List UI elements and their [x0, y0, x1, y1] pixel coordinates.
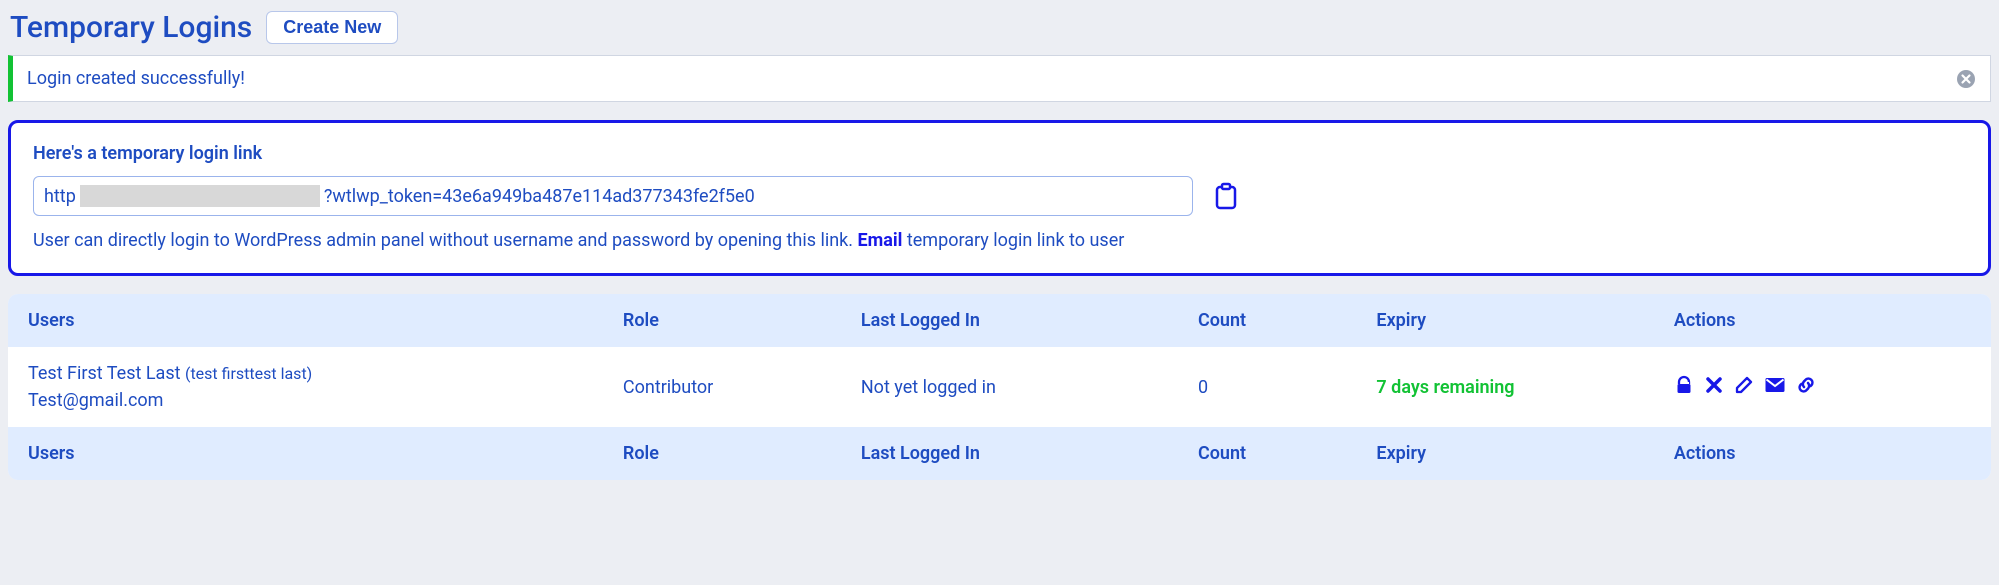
tf-actions: Actions [1654, 427, 1991, 480]
user-display-name: Test First Test Last [28, 363, 181, 384]
email-link[interactable]: Email [858, 230, 903, 251]
cell-actions [1654, 347, 1991, 427]
users-table: Users Role Last Logged In Count Expiry A… [8, 294, 1991, 480]
user-username: (test firsttest last) [185, 364, 312, 383]
link-row: http ?wtlwp_token=43e6a949ba487e114ad377… [33, 176, 1966, 216]
link-url-suffix: ?wtlwp_token=43e6a949ba487e114ad377343fe… [324, 186, 755, 207]
cell-count: 0 [1178, 347, 1356, 427]
email-login-icon[interactable] [1764, 375, 1786, 400]
disable-login-icon[interactable] [1674, 375, 1694, 400]
login-link-input[interactable]: http ?wtlwp_token=43e6a949ba487e114ad377… [33, 176, 1193, 216]
copy-login-link-icon[interactable] [1796, 375, 1816, 400]
tf-last-logged-in: Last Logged In [841, 427, 1178, 480]
tf-role: Role [603, 427, 841, 480]
dismiss-notice-icon[interactable] [1956, 69, 1976, 89]
table-row: Test First Test Last (test firsttest las… [8, 347, 1991, 427]
tf-expiry: Expiry [1356, 427, 1653, 480]
cell-user: Test First Test Last (test firsttest las… [8, 347, 603, 427]
table-header-row: Users Role Last Logged In Count Expiry A… [8, 294, 1991, 347]
th-actions: Actions [1654, 294, 1991, 347]
delete-login-icon[interactable] [1704, 375, 1724, 400]
link-description: User can directly login to WordPress adm… [33, 230, 1966, 251]
cell-last-logged-in: Not yet logged in [841, 347, 1178, 427]
tf-users: Users [8, 427, 603, 480]
page-header: Temporary Logins Create New [8, 6, 1991, 55]
page-title: Temporary Logins [10, 10, 252, 45]
th-role: Role [603, 294, 841, 347]
cell-expiry: 7 days remaining [1356, 347, 1653, 427]
cell-role: Contributor [603, 347, 841, 427]
notice-message: Login created successfully! [27, 68, 245, 89]
copy-link-icon[interactable] [1213, 182, 1239, 210]
link-panel-heading: Here's a temporary login link [33, 143, 1966, 164]
create-new-button[interactable]: Create New [266, 11, 398, 44]
login-link-panel: Here's a temporary login link http ?wtlw… [8, 120, 1991, 276]
link-desc-suffix: temporary login link to user [902, 230, 1124, 251]
tf-count: Count [1178, 427, 1356, 480]
th-last-logged-in: Last Logged In [841, 294, 1178, 347]
th-users: Users [8, 294, 603, 347]
link-url-prefix: http [44, 186, 76, 207]
th-count: Count [1178, 294, 1356, 347]
link-url-redacted [80, 185, 320, 207]
th-expiry: Expiry [1356, 294, 1653, 347]
user-email: Test@gmail.com [28, 390, 583, 411]
edit-login-icon[interactable] [1734, 375, 1754, 400]
success-notice: Login created successfully! [8, 55, 1991, 102]
table-footer-row: Users Role Last Logged In Count Expiry A… [8, 427, 1991, 480]
link-desc-prefix: User can directly login to WordPress adm… [33, 230, 858, 251]
